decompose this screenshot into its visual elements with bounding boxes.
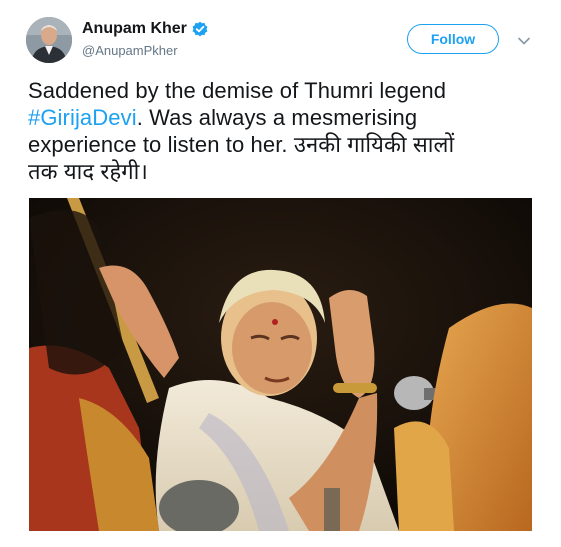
singer-performing-photo — [29, 198, 532, 531]
author-name-row: Anupam Kher — [82, 20, 208, 38]
tweet-text-line: experience to listen to her. उनकी गायिकी… — [28, 132, 455, 157]
profile-photo-icon — [26, 17, 72, 63]
tweet-text-line: Saddened by the demise of Thumri legend — [28, 78, 447, 103]
follow-button[interactable]: Follow — [407, 24, 499, 54]
verified-badge-icon — [192, 21, 208, 37]
tweet-text-line: #GirijaDevi. Was always a mesmerising — [28, 104, 538, 131]
user-handle[interactable]: @AnupamPkher — [82, 43, 178, 58]
tweet-text: Saddened by the demise of Thumri legend … — [28, 77, 538, 185]
display-name[interactable]: Anupam Kher — [82, 20, 187, 38]
avatar[interactable] — [26, 17, 72, 63]
hashtag-link[interactable]: #GirijaDevi — [28, 105, 137, 130]
tweet-text-line: तक याद रहेगी। — [28, 159, 148, 184]
tweet-text-fragment: . Was always a mesmerising — [136, 105, 418, 130]
tweet-photo[interactable] — [29, 198, 532, 531]
chevron-down-icon[interactable] — [517, 33, 531, 45]
tweet-card: Anupam Kher @AnupamPkher Follow Saddened… — [0, 0, 561, 547]
